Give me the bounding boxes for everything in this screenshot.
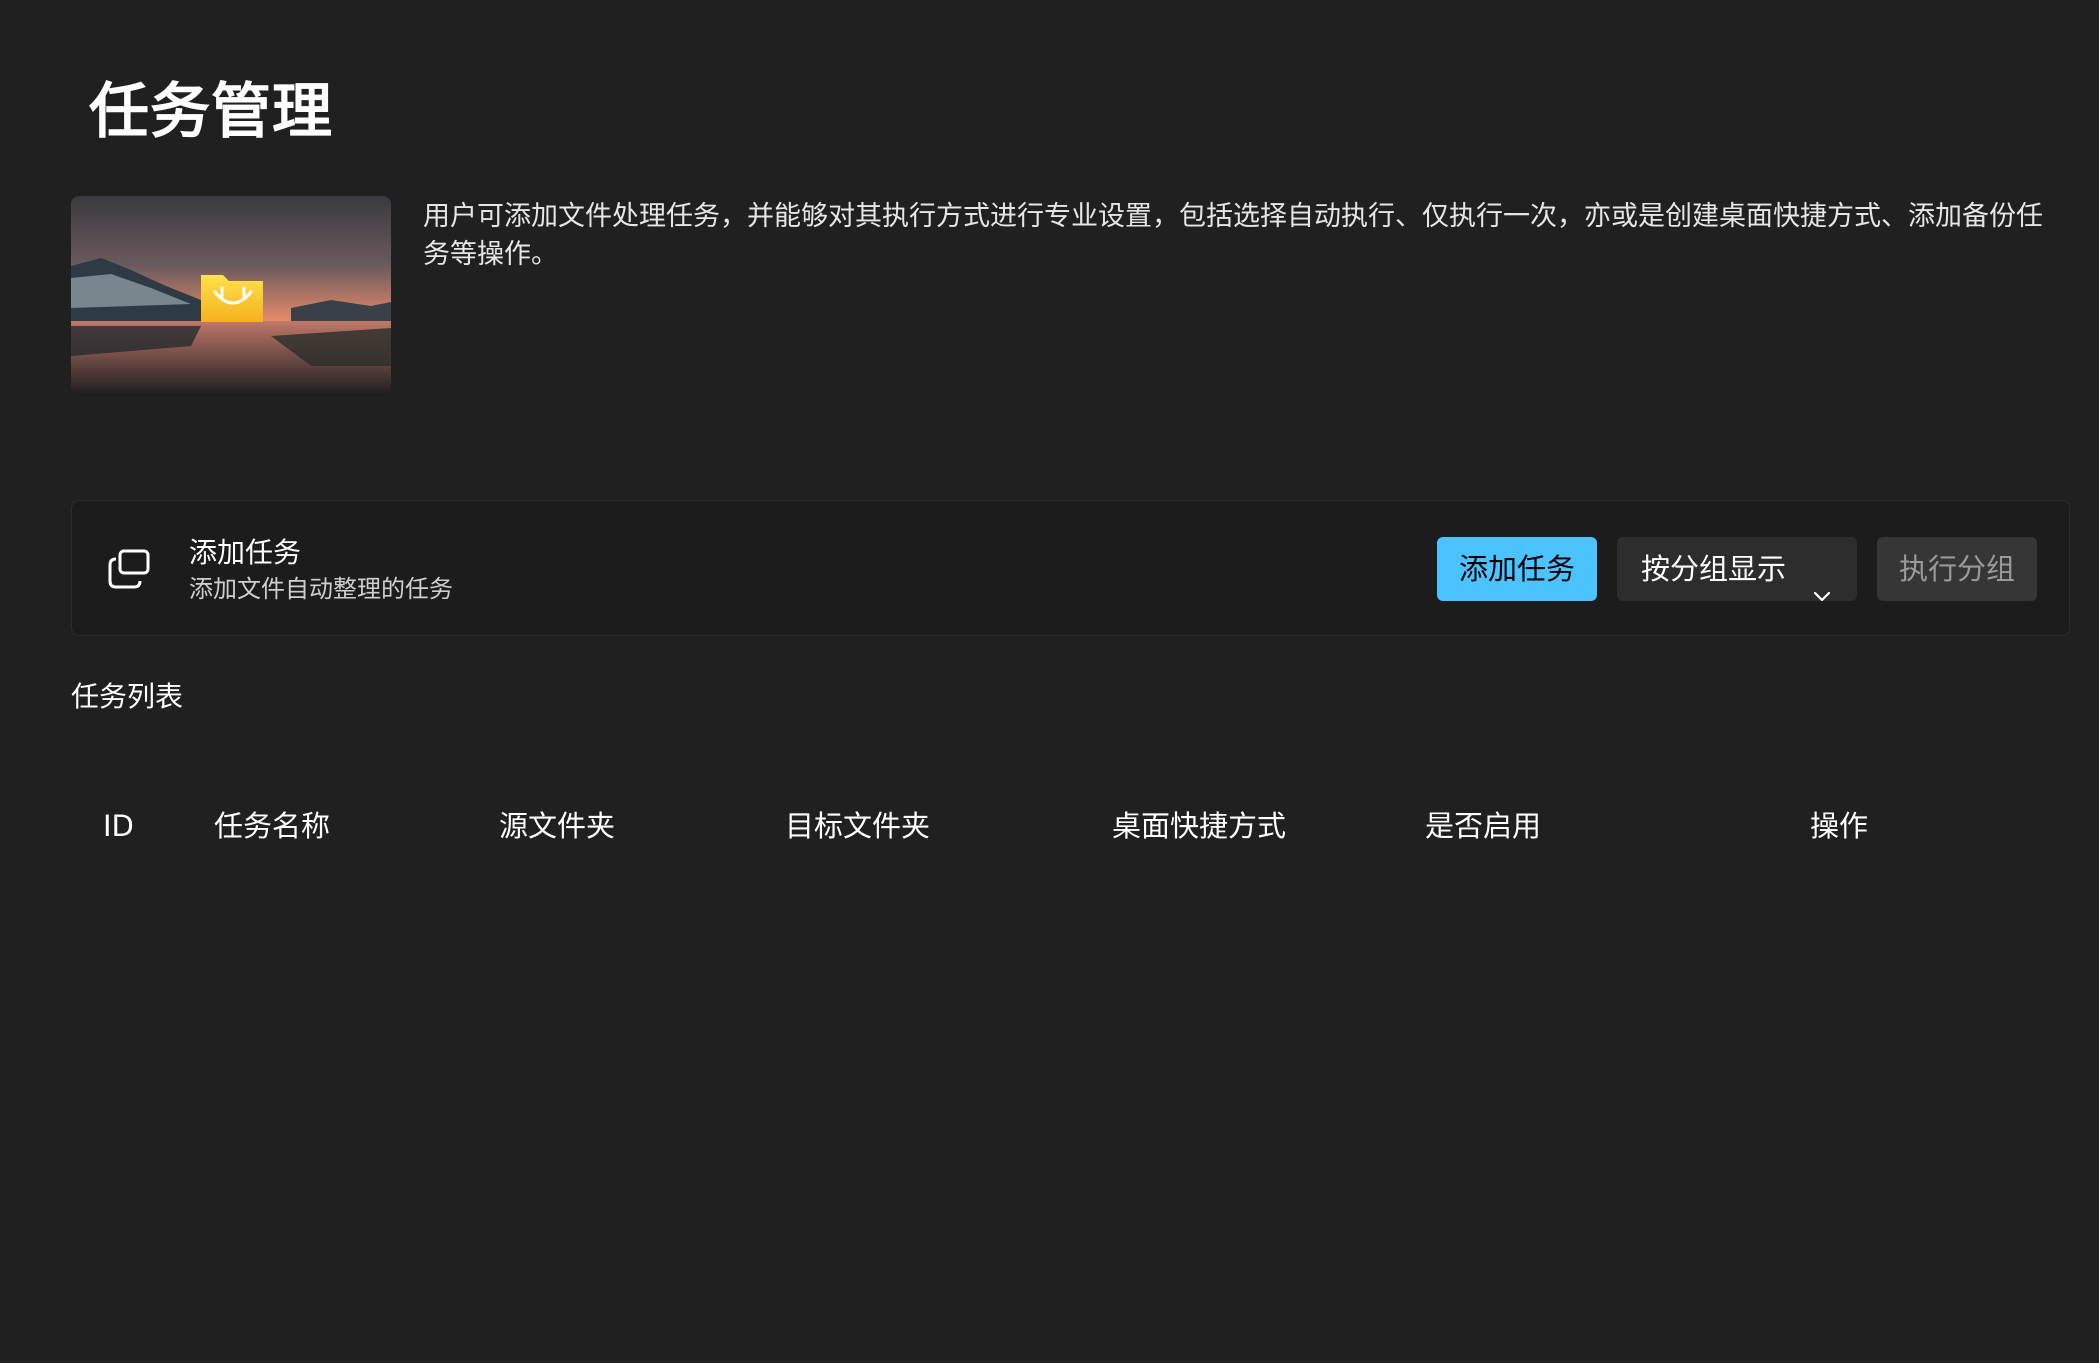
card-title: 添加任务 bbox=[189, 536, 302, 569]
column-header-actions: 操作 bbox=[1810, 809, 1869, 843]
column-header-source-folder: 源文件夹 bbox=[499, 809, 616, 843]
group-display-dropdown-label: 按分组显示 bbox=[1641, 552, 1787, 586]
chevron-down-icon bbox=[1813, 561, 1831, 602]
run-group-button[interactable]: 执行分组 bbox=[1877, 537, 2037, 601]
task-management-page: 任务管理 用户可添加文件处理任务，并能够对其执行方式进行专业设置，包括选择自动执… bbox=[0, 0, 2099, 1363]
copy-windows-icon bbox=[108, 549, 150, 589]
page-title: 任务管理 bbox=[89, 77, 333, 147]
add-task-card: 添加任务 添加文件自动整理的任务 添加任务 按分组显示 执行分组 bbox=[71, 500, 2070, 636]
column-header-enabled: 是否启用 bbox=[1425, 809, 1542, 843]
card-subtitle: 添加文件自动整理的任务 bbox=[189, 575, 453, 603]
add-task-button[interactable]: 添加任务 bbox=[1437, 537, 1597, 601]
page-description: 用户可添加文件处理任务，并能够对其执行方式进行专业设置，包括选择自动执行、仅执行… bbox=[423, 201, 2043, 270]
column-header-id: ID bbox=[103, 809, 134, 843]
column-header-target-folder: 目标文件夹 bbox=[785, 809, 931, 843]
sunset-folder-illustration bbox=[71, 196, 391, 396]
task-table-header: ID 任务名称 源文件夹 目标文件夹 桌面快捷方式 是否启用 操作 bbox=[0, 802, 2099, 850]
task-list-title: 任务列表 bbox=[71, 680, 184, 713]
column-header-task-name: 任务名称 bbox=[214, 809, 331, 843]
group-display-dropdown[interactable]: 按分组显示 bbox=[1617, 537, 1857, 602]
hero-image bbox=[71, 196, 391, 396]
column-header-desktop-shortcut: 桌面快捷方式 bbox=[1112, 809, 1287, 843]
